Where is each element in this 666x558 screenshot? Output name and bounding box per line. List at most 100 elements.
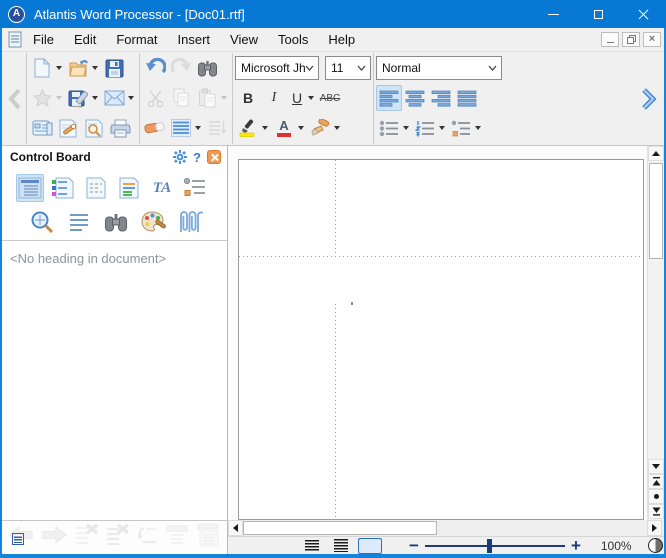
save-as-button[interactable] (65, 85, 91, 111)
align-left-button[interactable] (376, 85, 402, 111)
select-browse-object-button[interactable] (648, 489, 664, 504)
panel-close-button[interactable] (207, 150, 221, 164)
theme-toggle-icon[interactable] (648, 538, 663, 553)
mdi-minimize-button[interactable] (601, 32, 619, 47)
redo-button[interactable] (168, 55, 194, 81)
open-dropdown[interactable] (92, 66, 98, 70)
headings-tab[interactable] (16, 174, 44, 202)
bullet-list-dropdown[interactable] (403, 126, 409, 130)
menu-help[interactable]: Help (318, 30, 365, 49)
paragraphs-tab[interactable] (65, 208, 93, 236)
remove-all-headings-button[interactable] (105, 524, 129, 551)
attachments-tab[interactable] (176, 208, 204, 236)
paste-button[interactable] (194, 85, 220, 111)
menu-tools[interactable]: Tools (268, 30, 318, 49)
align-center-button[interactable] (402, 85, 428, 111)
font-name-combo[interactable]: Microsoft Jh (235, 56, 319, 80)
toolbar-scroll-right-button[interactable] (636, 87, 660, 111)
colors-tab[interactable] (139, 208, 167, 236)
strikethrough-button[interactable]: ABC (317, 85, 343, 111)
gear-icon[interactable] (173, 150, 187, 164)
forward-button[interactable] (41, 525, 67, 550)
scroll-up-button[interactable] (648, 146, 664, 161)
font-color-button[interactable]: A (271, 115, 297, 141)
zoom-tab[interactable] (28, 208, 56, 236)
menu-edit[interactable]: Edit (64, 30, 106, 49)
save-as-dropdown[interactable] (92, 96, 98, 100)
format-painter-button[interactable] (307, 115, 333, 141)
maximize-button[interactable] (576, 0, 621, 28)
document-properties-button[interactable] (29, 115, 55, 141)
previous-page-button[interactable] (648, 474, 664, 489)
web-view-button[interactable] (329, 538, 353, 554)
eraser-button[interactable] (142, 115, 168, 141)
paste-dropdown[interactable] (221, 96, 227, 100)
help-icon[interactable]: ? (193, 150, 201, 165)
scroll-down-button[interactable] (648, 459, 664, 474)
fields-tab[interactable] (115, 174, 143, 202)
favorites-dropdown[interactable] (56, 96, 62, 100)
line-spacing-dropdown[interactable] (195, 126, 201, 130)
vertical-scroll-thumb[interactable] (649, 163, 663, 259)
horizontal-scroll-track[interactable] (437, 520, 647, 536)
sort-button[interactable] (204, 115, 230, 141)
bold-button[interactable]: B (235, 85, 261, 111)
bullet-list-button[interactable] (376, 115, 402, 141)
demote-heading-button[interactable] (136, 525, 158, 550)
numbered-list-button[interactable] (412, 115, 438, 141)
toolbar-scroll-left-button[interactable] (2, 52, 26, 145)
multilevel-list-button[interactable] (448, 115, 474, 141)
horizontal-scroll-thumb[interactable] (243, 521, 437, 535)
favorites-button[interactable] (29, 85, 55, 111)
close-button[interactable] (621, 0, 666, 28)
bookmarks-tab[interactable] (49, 174, 77, 202)
cut-button[interactable] (142, 85, 168, 111)
find-button[interactable] (194, 55, 220, 81)
zoom-slider-thumb[interactable] (487, 539, 492, 553)
print-preview-button[interactable] (81, 115, 107, 141)
open-button[interactable] (65, 55, 91, 81)
menu-insert[interactable]: Insert (168, 30, 221, 49)
outline-tab[interactable] (181, 174, 209, 202)
style-combo[interactable]: Normal (376, 56, 502, 80)
mdi-close-button[interactable]: × (643, 32, 661, 47)
zoom-out-button[interactable]: − (409, 537, 419, 554)
font-size-combo[interactable]: 11 (325, 56, 371, 80)
mdi-restore-button[interactable] (622, 32, 640, 47)
menu-format[interactable]: Format (106, 30, 167, 49)
remove-heading-button[interactable] (74, 524, 98, 551)
font-styles-tab[interactable]: TA (148, 174, 176, 202)
save-button[interactable] (101, 55, 127, 81)
horizontal-scrollbar[interactable] (228, 520, 664, 536)
undo-button[interactable] (142, 55, 168, 81)
align-justify-button[interactable] (454, 85, 480, 111)
next-page-button[interactable] (648, 504, 664, 519)
print-button[interactable] (107, 115, 133, 141)
email-dropdown[interactable] (128, 96, 134, 100)
numbered-list-dropdown[interactable] (439, 126, 445, 130)
minimize-button[interactable] (531, 0, 576, 28)
menu-file[interactable]: File (23, 30, 64, 49)
document-options-button[interactable] (55, 115, 81, 141)
email-button[interactable] (101, 85, 127, 111)
align-right-button[interactable] (428, 85, 454, 111)
scroll-left-button[interactable] (228, 520, 243, 536)
document-page[interactable] (238, 159, 644, 520)
underline-button[interactable]: U (287, 85, 307, 111)
underline-dropdown[interactable] (308, 96, 314, 100)
new-document-button[interactable] (29, 55, 55, 81)
format-painter-dropdown[interactable] (334, 126, 340, 130)
zoom-slider[interactable] (425, 538, 565, 554)
search-tab[interactable] (102, 208, 130, 236)
promote-heading-button[interactable] (165, 524, 189, 551)
multilevel-list-dropdown[interactable] (475, 126, 481, 130)
line-spacing-button[interactable] (168, 115, 194, 141)
highlight-button[interactable] (235, 115, 261, 141)
zoom-in-button[interactable]: + (571, 537, 581, 554)
notes-tab[interactable] (82, 174, 110, 202)
highlight-dropdown[interactable] (262, 126, 268, 130)
italic-button[interactable]: I (261, 85, 287, 111)
copy-button[interactable] (168, 85, 194, 111)
draft-view-button[interactable] (300, 538, 324, 554)
vertical-scroll-track[interactable] (648, 259, 664, 459)
